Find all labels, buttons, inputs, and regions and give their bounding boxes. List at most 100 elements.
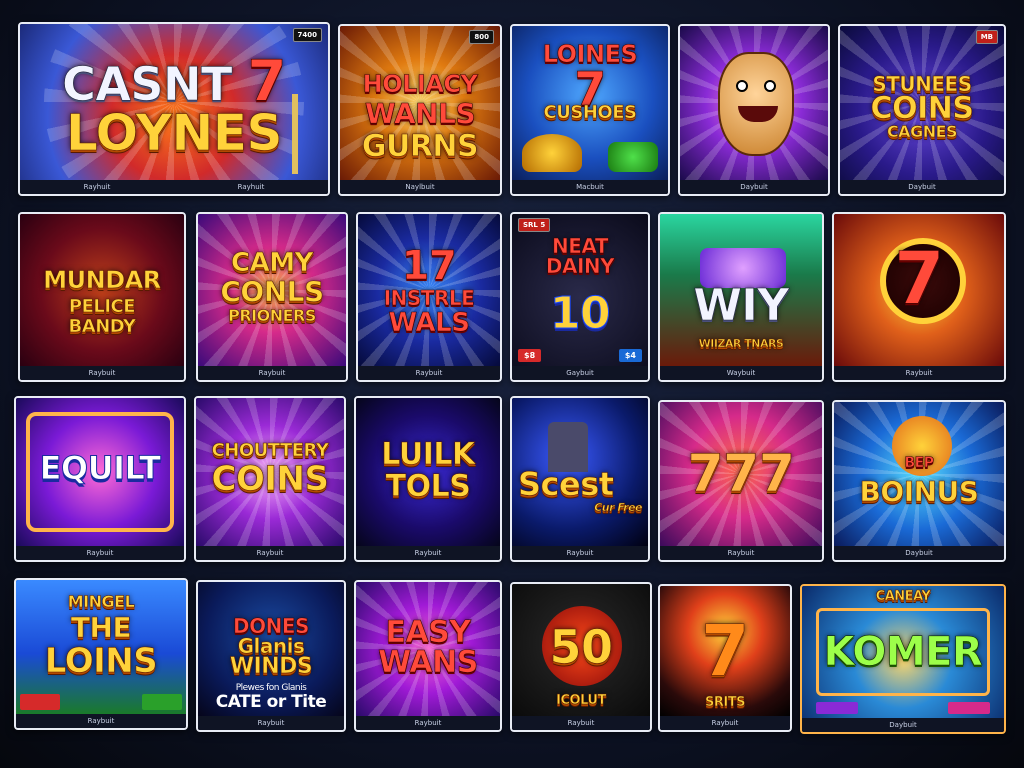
game-tile-triple-seven[interactable]: 777 Raybuit (658, 400, 824, 562)
tile-caption: Raybuit (356, 546, 500, 560)
tile-title-line: WANLS (364, 97, 476, 130)
tile-title-line: Glanis (237, 634, 305, 658)
game-tile-mundar-bandy[interactable]: MUNDAR PELICE BANDY Raybuit (18, 212, 186, 382)
game-tile-loines-cushoes[interactable]: LOINES 7 CUSHOES Macbuit (510, 24, 670, 196)
game-tile-equilt[interactable]: EQUILT Raybuit (14, 396, 186, 562)
tile-title-line: COINS (870, 91, 974, 126)
tile-caption: Raybuit (660, 716, 790, 730)
game-tile-dones-glanis-winds[interactable]: DONES Glanis WINDS Plewes fon Glanis CAT… (196, 580, 346, 732)
coin-stack-icon (608, 142, 658, 172)
tile-caption: Raybuit (16, 546, 184, 560)
tile-title-line: BOINUS (859, 475, 979, 508)
caption-text: Raybuit (727, 549, 755, 557)
tile-title-line: CANEAY (875, 589, 931, 604)
tile-title-line: PELICE (68, 296, 136, 317)
bet-high-button[interactable]: $4 (618, 349, 642, 362)
tile-caption: Gaybuit (512, 366, 648, 380)
price-badge: 7400 (292, 28, 322, 42)
caption-text: Raybuit (257, 719, 285, 727)
caption-text: Rayhuit (83, 183, 111, 191)
tile-caption: Raybuit (198, 716, 344, 730)
game-tile-instrle-wals[interactable]: 17 INSTRLE WALS Raybuit (356, 212, 502, 382)
game-tile-caneay-komer[interactable]: CANEAY KOMER Daybuit (800, 584, 1006, 734)
game-tile-scest[interactable]: Scest Cur Free Raybuit (510, 396, 650, 562)
tile-title-line: 50 (549, 620, 613, 674)
play-button[interactable] (142, 694, 182, 710)
tile-caption: Raybuit (660, 546, 822, 560)
caption-text: Raybuit (567, 719, 595, 727)
tile-title-line: WINDS (229, 654, 313, 679)
tile-title-line: LOYNES (65, 104, 283, 162)
game-tile-seven-wings[interactable]: 7 Raybuit (832, 212, 1006, 382)
game-tile-monster[interactable]: Daybuit (678, 24, 830, 196)
game-tile-bep-boinus[interactable]: BEP BOINUS Daybuit (832, 400, 1006, 562)
tile-title-line: THE (70, 611, 132, 644)
game-tile-chouttery-coins[interactable]: CHOUTTERY COINS Raybuit (194, 396, 346, 562)
tile-title-line: EASY (385, 615, 471, 650)
lamp-icon (292, 94, 298, 174)
tile-title-line: WANS (378, 645, 479, 680)
tile-title-line: 17 (401, 243, 457, 289)
caption-text: Daybuit (740, 183, 768, 191)
tile-title-line: CONLS (220, 275, 324, 308)
tile-title-line: TOLS (385, 469, 471, 504)
game-tile-holiacy-wanls[interactable]: HOLIACY WANLS GURNS 800 Naylbuit (338, 24, 502, 196)
seven-icon: 7 (894, 236, 945, 320)
tile-title-line: WIY (693, 280, 789, 331)
game-tile-casnt-loynes[interactable]: CASNT 7 LOYNES 7400 Rayhuit Rayhuit (18, 22, 330, 196)
tile-title-line: MINGEL (67, 592, 135, 611)
tile-title-line: 777 (687, 444, 795, 504)
tile-title-line: CUSHOES (543, 102, 637, 123)
tile-title-line: DAINY (545, 254, 615, 278)
tile-title-line: Cur Free (594, 501, 643, 514)
tile-caption: Rayhuit Rayhuit (20, 180, 328, 194)
tile-caption: Raybuit (512, 546, 648, 560)
tile-title-line: BANDY (68, 316, 136, 337)
caption-text: Raybuit (86, 549, 114, 557)
game-tile-wiy[interactable]: WIY WIIZAR TNARS Waybuit (658, 212, 824, 382)
game-tile-seven-fire[interactable]: 7 SRITS Raybuit (658, 584, 792, 732)
tile-title-line: CHOUTTERY (211, 440, 329, 461)
caption-text: Daybuit (905, 549, 933, 557)
tile-caption: Raybuit (358, 366, 500, 380)
tile-title-line: WALS (388, 308, 470, 338)
tile-caption: Raybuit (198, 366, 346, 380)
tile-caption: Raybuit (20, 366, 184, 380)
coin-stack-icon (522, 134, 582, 172)
caption-text: Daybuit (889, 721, 917, 729)
bet-low-button[interactable]: $8 (518, 349, 542, 362)
tile-title-line: CASNT (62, 57, 233, 111)
game-tile-stunees-coins[interactable]: STUNEES COINS CAGNES MB Daybuit (838, 24, 1006, 196)
play-button[interactable] (20, 694, 60, 710)
tile-title-line: COINS (211, 459, 329, 499)
tile-title-line: LUILK (381, 437, 476, 472)
monster-character-icon (718, 52, 794, 156)
tile-title-line: EQUILT (39, 449, 161, 487)
tile-title-line: CAMY (231, 248, 314, 278)
caption-text: Rayhuit (237, 183, 265, 191)
tile-title-line: ICOLUT (556, 693, 607, 708)
tile-title-line: CAGNES (886, 122, 958, 141)
tile-title-line: DONES (233, 614, 310, 638)
price-badge: 800 (469, 30, 494, 44)
tile-title-line: Scest (518, 465, 615, 503)
caption-text: Raybuit (414, 549, 442, 557)
caption-text: Raybuit (566, 549, 594, 557)
game-tile-easy-wans[interactable]: EASY WANS Raybuit (354, 580, 502, 732)
tile-title-line: KOMER (823, 629, 983, 675)
tile-title-line: SRITS (705, 695, 746, 710)
game-tile-neat-dainy[interactable]: NEAT DAINY 10 SRL 5 $8 $4 Gaybuit (510, 212, 650, 382)
tile-caption: Raybuit (196, 546, 344, 560)
tile-caption: Raybuit (834, 366, 1004, 380)
tile-title-line: BEP (904, 455, 934, 471)
game-tile-fifty[interactable]: 50 ICOLUT Raybuit (510, 582, 652, 732)
caption-text: Raybuit (711, 719, 739, 727)
seven-icon: 7 (700, 610, 750, 692)
play-button[interactable] (948, 702, 990, 714)
caption-text: Gaybuit (566, 369, 594, 377)
game-tile-mingel-the-loins[interactable]: MINGEL THE LOINS Raybuit (14, 578, 188, 730)
play-button[interactable] (816, 702, 858, 714)
tile-title-line: INSTRLE (383, 286, 475, 310)
game-tile-camy-conls[interactable]: CAMY CONLS PRIONERS Raybuit (196, 212, 348, 382)
game-tile-luilk-tols[interactable]: LUILK TOLS Raybuit (354, 396, 502, 562)
